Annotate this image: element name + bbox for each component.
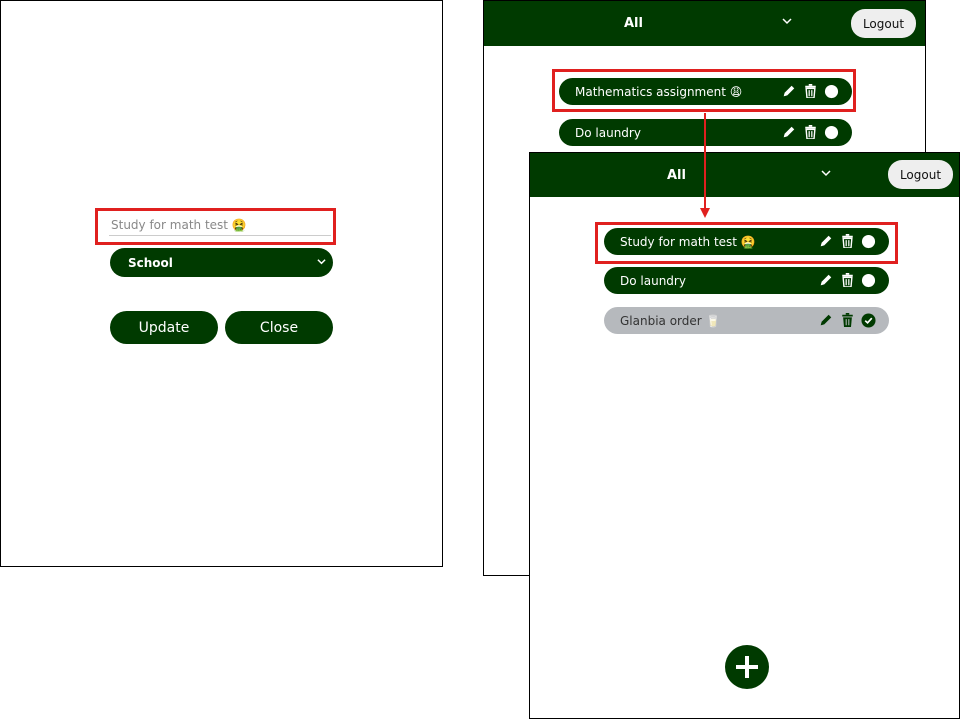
- chevron-down-icon: [317, 256, 326, 269]
- filter-select[interactable]: All: [624, 16, 643, 31]
- pencil-icon[interactable]: [781, 83, 797, 99]
- todo-item[interactable]: Do laundry: [604, 267, 889, 294]
- task-name-input[interactable]: [109, 215, 331, 236]
- todo-actions: [781, 83, 839, 99]
- trash-icon[interactable]: [839, 272, 855, 288]
- chevron-down-icon[interactable]: [821, 168, 831, 181]
- todo-item[interactable]: Study for math test 🤮: [604, 228, 889, 255]
- complete-toggle-icon[interactable]: [823, 83, 839, 99]
- todo-actions: [781, 124, 839, 140]
- todo-text: Do laundry: [575, 125, 641, 140]
- todo-item[interactable]: Do laundry: [559, 119, 852, 146]
- complete-toggle-icon[interactable]: [860, 272, 876, 288]
- close-button[interactable]: Close: [225, 311, 333, 344]
- todo-actions: [818, 312, 876, 328]
- complete-toggle-icon[interactable]: [860, 233, 876, 249]
- trash-icon[interactable]: [839, 233, 855, 249]
- chevron-down-icon[interactable]: [782, 16, 792, 29]
- update-button[interactable]: Update: [110, 311, 218, 344]
- logout-button[interactable]: Logout: [851, 9, 916, 38]
- top-bar: All Logout: [484, 1, 925, 46]
- todo-list-after: All Logout Study for math test 🤮 Do laun…: [529, 152, 960, 719]
- todo-text: Glanbia order 🥛: [620, 313, 721, 328]
- todo-text: Do laundry: [620, 273, 686, 288]
- plus-icon: [733, 653, 761, 681]
- filter-select[interactable]: All: [667, 168, 686, 183]
- todo-actions: [818, 272, 876, 288]
- category-select[interactable]: School: [110, 248, 333, 277]
- todo-text: Mathematics assignment 😩: [575, 84, 743, 99]
- trash-icon[interactable]: [802, 124, 818, 140]
- pencil-icon[interactable]: [818, 233, 834, 249]
- pencil-icon[interactable]: [818, 312, 834, 328]
- check-circle-icon[interactable]: [860, 312, 876, 328]
- pencil-icon[interactable]: [818, 272, 834, 288]
- trash-icon[interactable]: [839, 312, 855, 328]
- logout-button[interactable]: Logout: [888, 160, 953, 189]
- add-task-button[interactable]: [725, 645, 769, 689]
- todo-actions: [818, 233, 876, 249]
- trash-icon[interactable]: [802, 83, 818, 99]
- pencil-icon[interactable]: [781, 124, 797, 140]
- edit-task-panel: School Update Close: [0, 0, 443, 567]
- category-select-value: School: [128, 255, 173, 270]
- todo-item[interactable]: Mathematics assignment 😩: [559, 78, 852, 105]
- top-bar: All Logout: [530, 153, 959, 197]
- todo-text: Study for math test 🤮: [620, 234, 756, 249]
- complete-toggle-icon[interactable]: [823, 124, 839, 140]
- todo-item-completed[interactable]: Glanbia order 🥛: [604, 307, 889, 334]
